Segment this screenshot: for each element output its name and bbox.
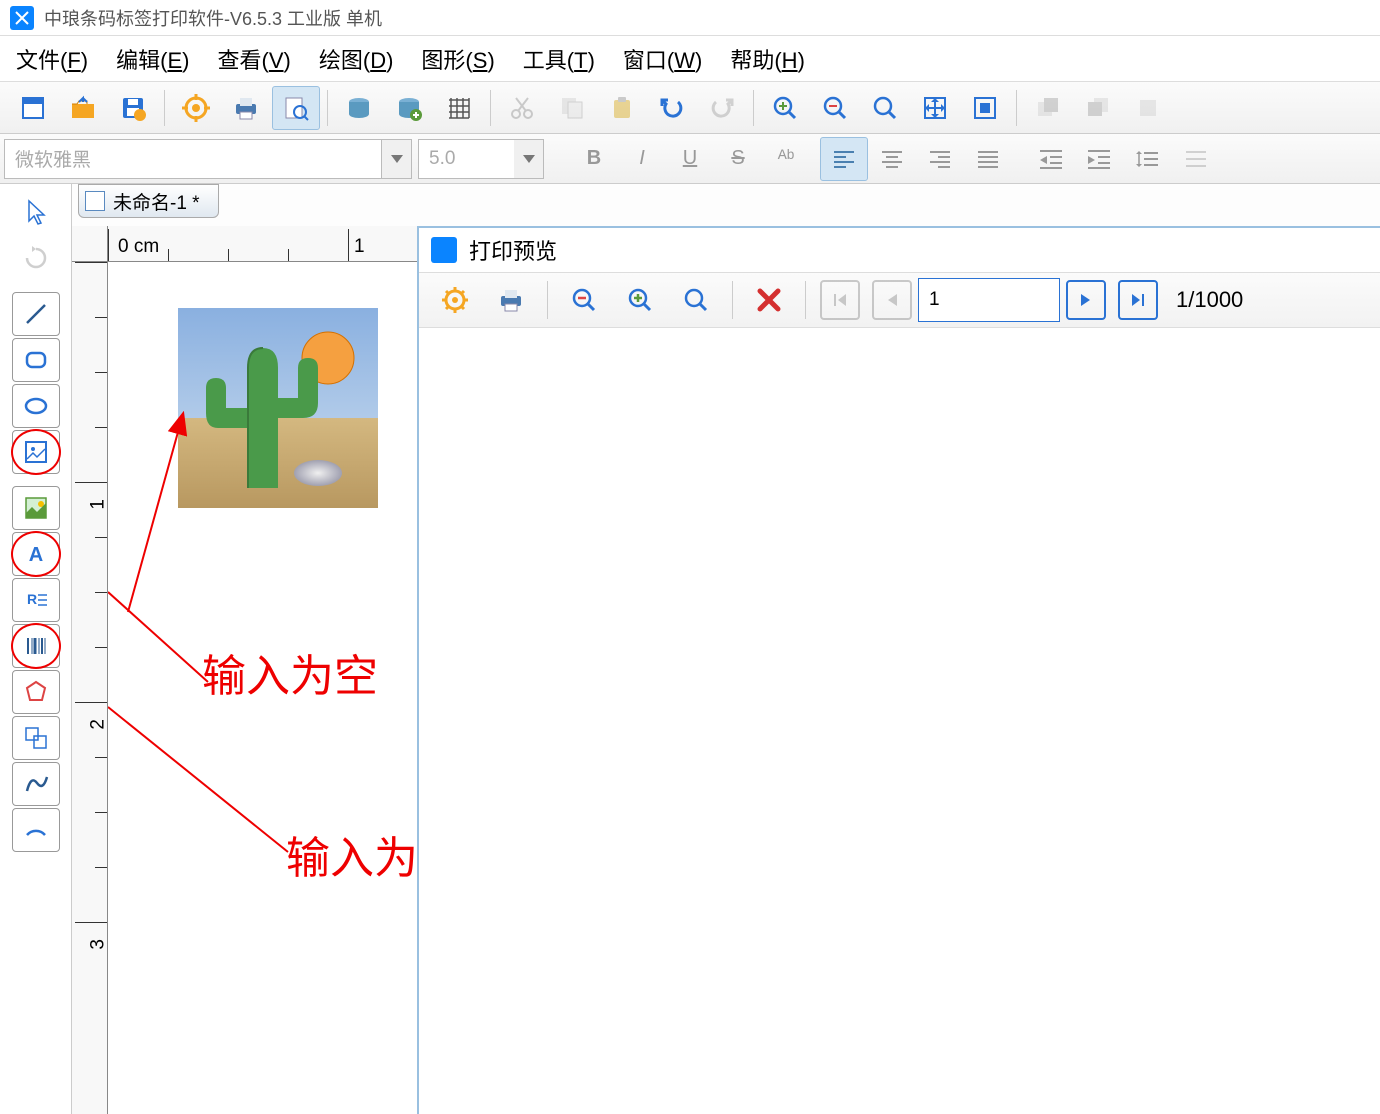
more-format-button[interactable] xyxy=(1172,137,1220,181)
database-button[interactable] xyxy=(335,86,383,130)
line-spacing-button[interactable] xyxy=(1124,137,1172,181)
preview-print-button[interactable] xyxy=(487,277,535,323)
indent-decrease-button[interactable] xyxy=(1028,137,1076,181)
zoom-reset-button[interactable] xyxy=(861,86,909,130)
menu-tool[interactable]: 工具(T) xyxy=(523,43,595,75)
preview-first-page-button[interactable] xyxy=(820,280,860,320)
preview-page-input[interactable] xyxy=(918,278,1060,322)
barcode-tool-icon[interactable] xyxy=(12,624,60,668)
undo-button[interactable] xyxy=(648,86,696,130)
preview-close-button[interactable] xyxy=(745,277,793,323)
ruler-vertical[interactable]: 1 2 3 xyxy=(72,262,108,1114)
placed-image[interactable] xyxy=(178,308,378,508)
font-size-combo[interactable]: 5.0 xyxy=(418,139,522,179)
preview-body[interactable] xyxy=(419,328,1380,1114)
image-tool-icon[interactable] xyxy=(12,486,60,530)
print-preview-button[interactable] xyxy=(272,86,320,130)
document-tab[interactable]: 未命名-1 * xyxy=(78,184,219,218)
new-doc-button[interactable] xyxy=(9,86,57,130)
menu-edit[interactable]: 编辑(E) xyxy=(116,43,189,75)
curve-tool-icon[interactable] xyxy=(12,762,60,806)
app-logo-icon xyxy=(10,6,34,30)
rounded-rect-tool-icon[interactable] xyxy=(12,338,60,382)
menu-window[interactable]: 窗口(W) xyxy=(623,43,702,75)
app-title: 中琅条码标签打印软件-V6.5.3 工业版 单机 xyxy=(44,5,382,31)
align-left-button[interactable] xyxy=(820,137,868,181)
document-icon xyxy=(85,191,105,211)
zoom-out-button[interactable] xyxy=(811,86,859,130)
italic-button[interactable]: I xyxy=(618,137,666,181)
superscript-button[interactable]: ᴬᵇ xyxy=(762,137,810,181)
title-bar: 中琅条码标签打印软件-V6.5.3 工业版 单机 xyxy=(0,0,1380,36)
svg-text:A: A xyxy=(28,544,42,566)
font-name-dropdown-icon[interactable] xyxy=(382,139,412,179)
preview-last-page-button[interactable] xyxy=(1118,280,1158,320)
bold-button[interactable]: B xyxy=(570,137,618,181)
database-refresh-button[interactable] xyxy=(385,86,433,130)
preview-titlebar[interactable]: 打印预览 xyxy=(419,228,1380,272)
preview-settings-button[interactable] xyxy=(431,277,479,323)
zoom-fit-button[interactable] xyxy=(911,86,959,130)
preview-zoom-reset-button[interactable] xyxy=(672,277,720,323)
cut-button[interactable] xyxy=(498,86,546,130)
preview-page-count: 1/1000 xyxy=(1176,287,1243,313)
group-tool-icon[interactable] xyxy=(12,716,60,760)
grid-button[interactable] xyxy=(435,86,483,130)
annotation-text-1: 输入为空 xyxy=(202,640,378,704)
save-button[interactable] xyxy=(109,86,157,130)
ruler-corner xyxy=(72,226,108,262)
align-justify-button[interactable] xyxy=(964,137,1012,181)
bring-front-button[interactable] xyxy=(1024,86,1072,130)
document-tab-label: 未命名-1 * xyxy=(113,188,200,215)
annotation-text-2: 输入为 xyxy=(286,822,418,886)
align-center-button[interactable] xyxy=(868,137,916,181)
strike-button[interactable]: S xyxy=(714,137,762,181)
align-right-button[interactable] xyxy=(916,137,964,181)
preview-toolbar: 1/1000 xyxy=(419,272,1380,328)
menu-view[interactable]: 查看(V) xyxy=(217,43,290,75)
menu-shape[interactable]: 图形(S) xyxy=(421,43,494,75)
print-preview-window: 打印预览 1/1000 xyxy=(417,226,1380,1114)
ellipse-tool-icon[interactable] xyxy=(12,384,60,428)
pointer-tool-icon[interactable] xyxy=(12,190,60,234)
menu-help[interactable]: 帮助(H) xyxy=(730,43,805,75)
zoom-in-button[interactable] xyxy=(761,86,809,130)
open-button[interactable] xyxy=(59,86,107,130)
preview-app-icon xyxy=(431,237,457,263)
underline-button[interactable]: U xyxy=(666,137,714,181)
svg-text:R: R xyxy=(27,591,37,607)
font-size-dropdown-icon[interactable] xyxy=(514,139,544,179)
image-placeholder-tool-icon[interactable] xyxy=(12,430,60,474)
text-tool-icon[interactable]: A xyxy=(12,532,60,576)
menu-draw[interactable]: 绘图(D) xyxy=(319,43,394,75)
line-tool-icon[interactable] xyxy=(12,292,60,336)
font-name-combo[interactable]: 微软雅黑 xyxy=(4,139,382,179)
menu-file[interactable]: 文件(F) xyxy=(16,43,88,75)
settings-button[interactable] xyxy=(172,86,220,130)
workspace: 未命名-1 * 0 cm 1 1 2 3 xyxy=(72,184,1380,1114)
preview-title-label: 打印预览 xyxy=(469,234,557,266)
print-button[interactable] xyxy=(222,86,270,130)
rotate-tool-icon[interactable] xyxy=(12,236,60,280)
preview-zoom-in-button[interactable] xyxy=(616,277,664,323)
zoom-selection-button[interactable] xyxy=(961,86,1009,130)
menu-bar: 文件(F) 编辑(E) 查看(V) 绘图(D) 图形(S) 工具(T) 窗口(W… xyxy=(0,36,1380,82)
indent-increase-button[interactable] xyxy=(1076,137,1124,181)
side-toolbar: A R xyxy=(0,184,72,1114)
preview-zoom-out-button[interactable] xyxy=(560,277,608,323)
copy-button[interactable] xyxy=(548,86,596,130)
main-toolbar xyxy=(0,82,1380,134)
preview-prev-page-button[interactable] xyxy=(872,280,912,320)
send-back-button[interactable] xyxy=(1074,86,1122,130)
polygon-tool-icon[interactable] xyxy=(12,670,60,714)
richtext-tool-icon[interactable]: R xyxy=(12,578,60,622)
redo-button[interactable] xyxy=(698,86,746,130)
more-button[interactable] xyxy=(1124,86,1172,130)
format-toolbar: 微软雅黑 5.0 B I U S ᴬᵇ xyxy=(0,134,1380,184)
arc-tool-icon[interactable] xyxy=(12,808,60,852)
preview-next-page-button[interactable] xyxy=(1066,280,1106,320)
paste-button[interactable] xyxy=(598,86,646,130)
